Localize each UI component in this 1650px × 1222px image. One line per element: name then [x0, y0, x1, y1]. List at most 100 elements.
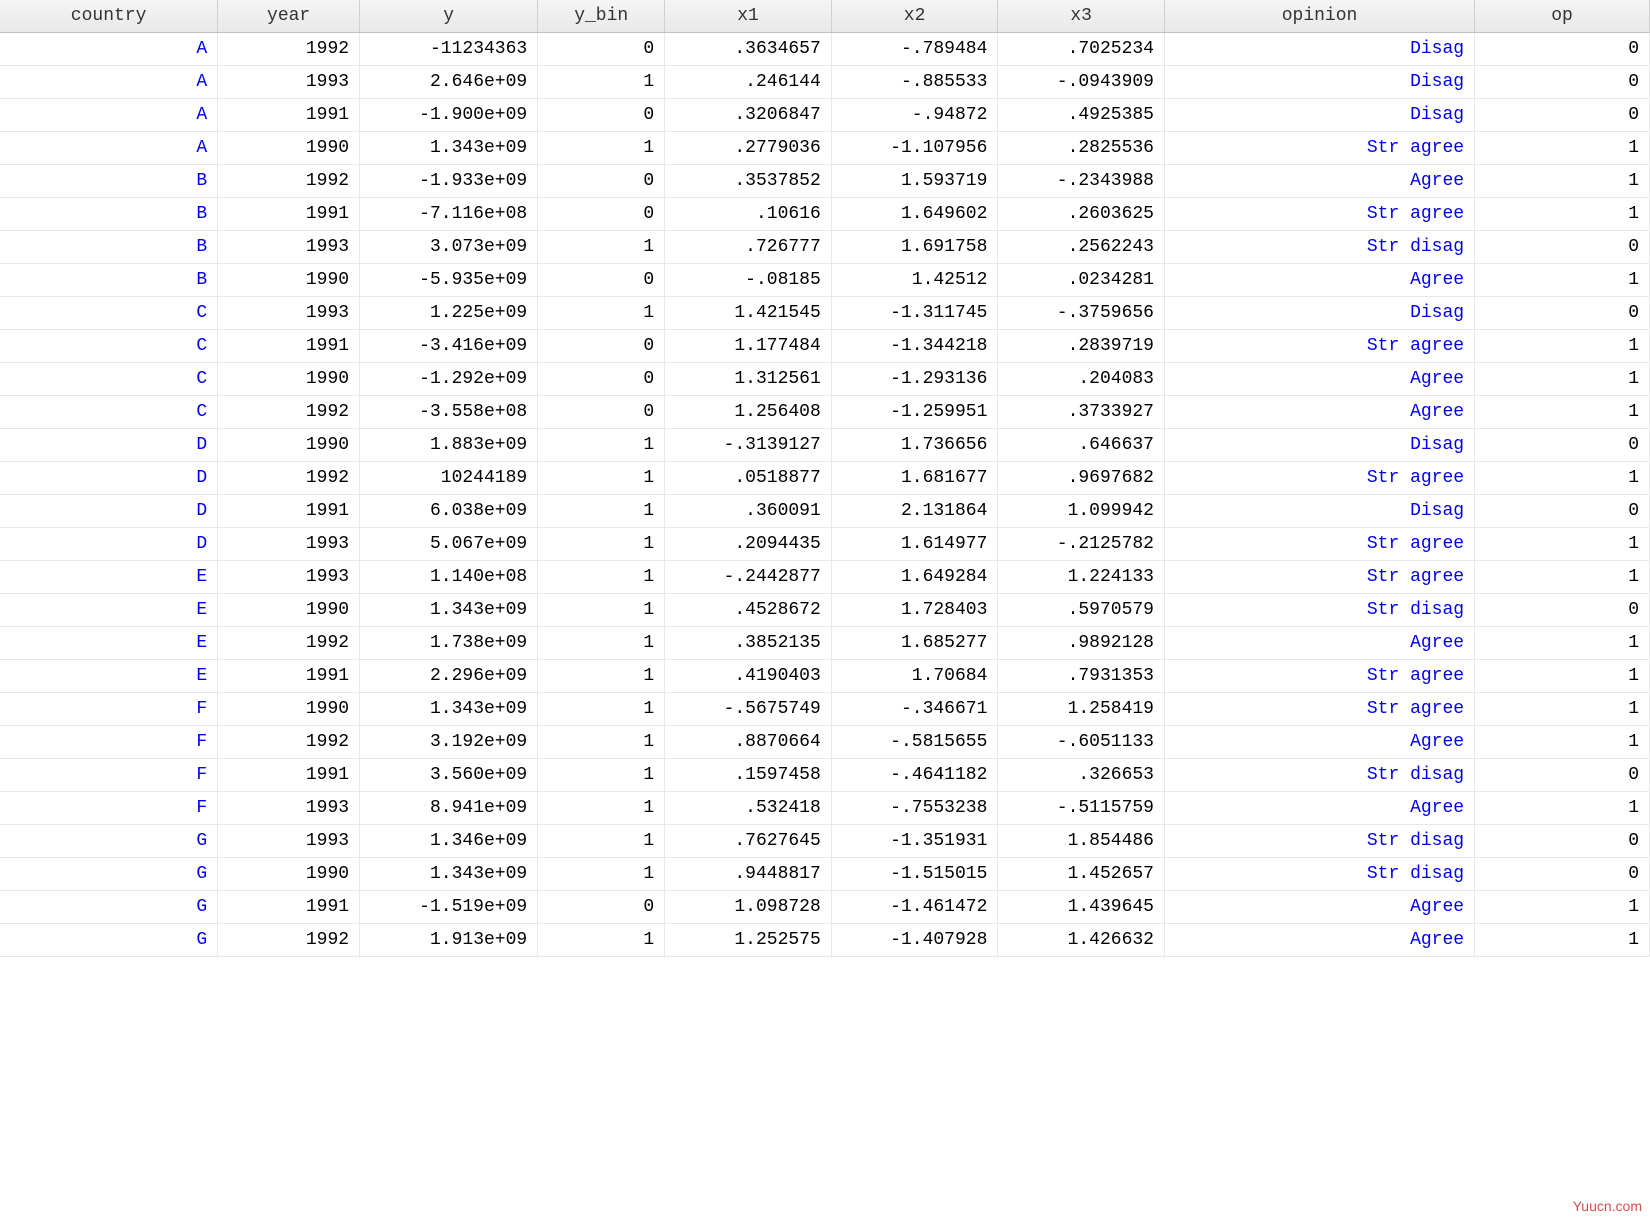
- cell-country[interactable]: G: [0, 858, 218, 891]
- cell-opinion[interactable]: Str agree: [1164, 693, 1474, 726]
- cell-opinion[interactable]: Disag: [1164, 429, 1474, 462]
- cell-x1: .3852135: [665, 627, 832, 660]
- cell-opinion[interactable]: Agree: [1164, 363, 1474, 396]
- cell-year: 1992: [218, 462, 360, 495]
- cell-country[interactable]: D: [0, 528, 218, 561]
- column-header-y[interactable]: y: [360, 0, 538, 33]
- cell-x1: .8870664: [665, 726, 832, 759]
- cell-country[interactable]: B: [0, 264, 218, 297]
- cell-country[interactable]: A: [0, 132, 218, 165]
- cell-y: 8.941e+09: [360, 792, 538, 825]
- column-header-opinion[interactable]: opinion: [1164, 0, 1474, 33]
- cell-country[interactable]: E: [0, 561, 218, 594]
- cell-opinion[interactable]: Str agree: [1164, 462, 1474, 495]
- cell-opinion[interactable]: Agree: [1164, 264, 1474, 297]
- cell-x2: -1.461472: [831, 891, 998, 924]
- cell-opinion[interactable]: Disag: [1164, 99, 1474, 132]
- cell-opinion[interactable]: Str disag: [1164, 594, 1474, 627]
- table-row: C1990-1.292e+0901.312561-1.293136.204083…: [0, 363, 1650, 396]
- cell-year: 1992: [218, 627, 360, 660]
- column-header-x2[interactable]: x2: [831, 0, 998, 33]
- cell-country[interactable]: C: [0, 396, 218, 429]
- cell-country[interactable]: D: [0, 462, 218, 495]
- cell-x1: .0518877: [665, 462, 832, 495]
- cell-opinion[interactable]: Str disag: [1164, 858, 1474, 891]
- cell-year: 1991: [218, 99, 360, 132]
- cell-y: -7.116e+08: [360, 198, 538, 231]
- column-header-y_bin[interactable]: y_bin: [538, 0, 665, 33]
- cell-opinion[interactable]: Str disag: [1164, 231, 1474, 264]
- cell-opinion[interactable]: Agree: [1164, 165, 1474, 198]
- cell-x3: .3733927: [998, 396, 1165, 429]
- cell-opinion[interactable]: Str agree: [1164, 528, 1474, 561]
- cell-country[interactable]: B: [0, 198, 218, 231]
- cell-country[interactable]: F: [0, 726, 218, 759]
- cell-country[interactable]: C: [0, 297, 218, 330]
- cell-y: -1.933e+09: [360, 165, 538, 198]
- cell-year: 1993: [218, 561, 360, 594]
- cell-opinion[interactable]: Str agree: [1164, 198, 1474, 231]
- cell-y: 1.225e+09: [360, 297, 538, 330]
- cell-opinion[interactable]: Agree: [1164, 924, 1474, 957]
- cell-opinion[interactable]: Disag: [1164, 297, 1474, 330]
- cell-opinion[interactable]: Agree: [1164, 792, 1474, 825]
- cell-op: 1: [1475, 924, 1650, 957]
- cell-opinion[interactable]: Disag: [1164, 495, 1474, 528]
- cell-country[interactable]: E: [0, 594, 218, 627]
- cell-country[interactable]: F: [0, 693, 218, 726]
- cell-country[interactable]: F: [0, 792, 218, 825]
- cell-y_bin: 0: [538, 330, 665, 363]
- cell-x2: 1.70684: [831, 660, 998, 693]
- column-header-country[interactable]: country: [0, 0, 218, 33]
- column-header-op[interactable]: op: [1475, 0, 1650, 33]
- table-row: G19921.913e+0911.252575-1.4079281.426632…: [0, 924, 1650, 957]
- cell-x3: .2839719: [998, 330, 1165, 363]
- cell-opinion[interactable]: Agree: [1164, 627, 1474, 660]
- cell-opinion[interactable]: Agree: [1164, 726, 1474, 759]
- cell-x2: -.4641182: [831, 759, 998, 792]
- cell-x3: -.6051133: [998, 726, 1165, 759]
- cell-country[interactable]: D: [0, 495, 218, 528]
- cell-country[interactable]: E: [0, 660, 218, 693]
- column-header-x1[interactable]: x1: [665, 0, 832, 33]
- cell-opinion[interactable]: Disag: [1164, 33, 1474, 66]
- cell-opinion[interactable]: Str agree: [1164, 132, 1474, 165]
- cell-y: 2.296e+09: [360, 660, 538, 693]
- cell-country[interactable]: B: [0, 165, 218, 198]
- cell-opinion[interactable]: Str agree: [1164, 561, 1474, 594]
- cell-opinion[interactable]: Str disag: [1164, 825, 1474, 858]
- cell-x3: .646637: [998, 429, 1165, 462]
- cell-x2: 1.649602: [831, 198, 998, 231]
- column-header-year[interactable]: year: [218, 0, 360, 33]
- cell-country[interactable]: F: [0, 759, 218, 792]
- cell-country[interactable]: A: [0, 33, 218, 66]
- cell-x3: 1.258419: [998, 693, 1165, 726]
- cell-country[interactable]: B: [0, 231, 218, 264]
- cell-year: 1992: [218, 33, 360, 66]
- cell-opinion[interactable]: Str agree: [1164, 330, 1474, 363]
- cell-x3: .204083: [998, 363, 1165, 396]
- cell-y_bin: 1: [538, 660, 665, 693]
- cell-country[interactable]: G: [0, 891, 218, 924]
- cell-opinion[interactable]: Agree: [1164, 891, 1474, 924]
- cell-opinion[interactable]: Str agree: [1164, 660, 1474, 693]
- cell-country[interactable]: C: [0, 363, 218, 396]
- cell-opinion[interactable]: Str disag: [1164, 759, 1474, 792]
- column-header-x3[interactable]: x3: [998, 0, 1165, 33]
- cell-x3: -.5115759: [998, 792, 1165, 825]
- cell-opinion[interactable]: Disag: [1164, 66, 1474, 99]
- cell-country[interactable]: A: [0, 66, 218, 99]
- cell-y: -3.416e+09: [360, 330, 538, 363]
- cell-opinion[interactable]: Agree: [1164, 396, 1474, 429]
- table-header: countryyearyy_binx1x2x3opinionop: [0, 0, 1650, 33]
- table-row: D19916.038e+091.3600912.1318641.099942Di…: [0, 495, 1650, 528]
- cell-country[interactable]: E: [0, 627, 218, 660]
- cell-x1: 1.256408: [665, 396, 832, 429]
- cell-country[interactable]: G: [0, 825, 218, 858]
- table-row: C1992-3.558e+0801.256408-1.259951.373392…: [0, 396, 1650, 429]
- cell-x1: 1.421545: [665, 297, 832, 330]
- cell-country[interactable]: A: [0, 99, 218, 132]
- cell-country[interactable]: D: [0, 429, 218, 462]
- cell-country[interactable]: C: [0, 330, 218, 363]
- cell-country[interactable]: G: [0, 924, 218, 957]
